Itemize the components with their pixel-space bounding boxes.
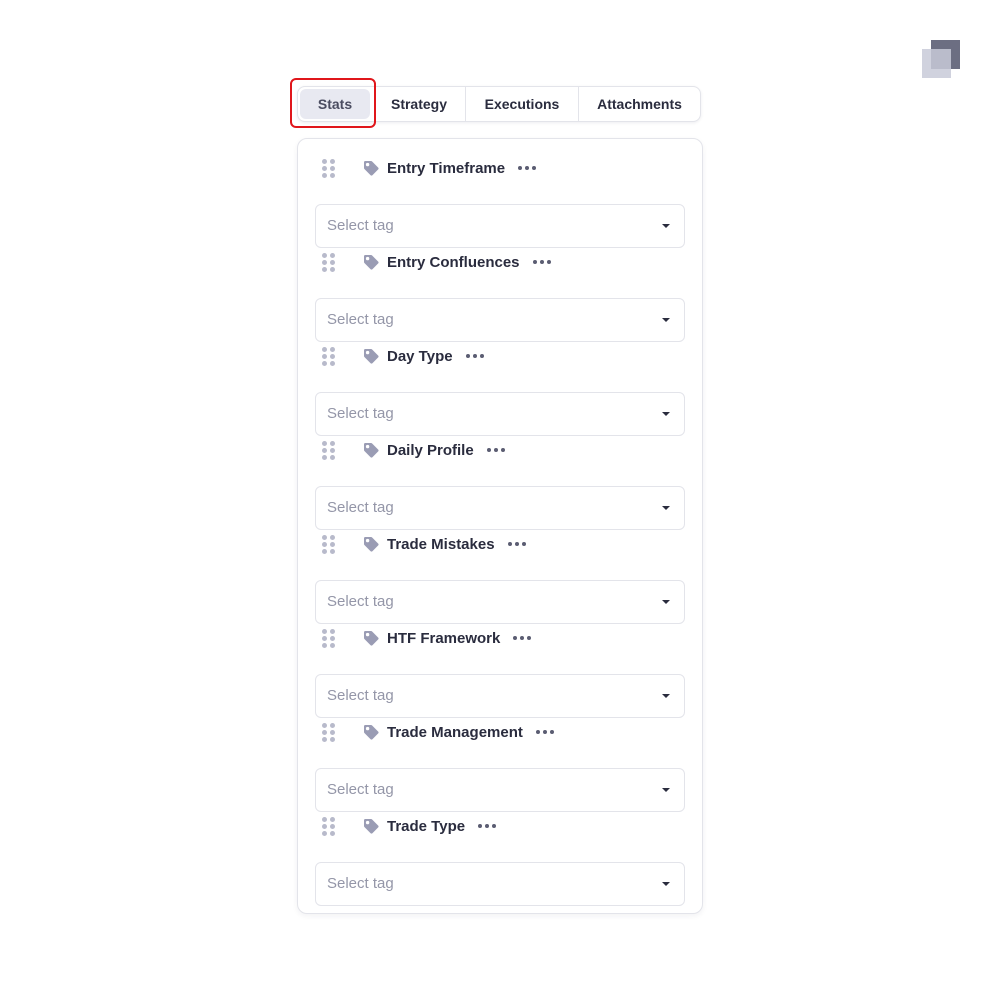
select-placeholder: Select tag bbox=[327, 687, 394, 704]
field-label-wrap: Trade Mistakes bbox=[387, 534, 526, 554]
field-label: Trade Mistakes bbox=[387, 535, 495, 553]
select-tag-dropdown[interactable]: Select tag bbox=[315, 768, 685, 812]
more-options-icon[interactable] bbox=[513, 628, 532, 648]
select-tag-dropdown[interactable]: Select tag bbox=[315, 862, 685, 906]
tag-icon bbox=[362, 347, 380, 365]
select-tag-dropdown[interactable]: Select tag bbox=[315, 580, 685, 624]
caret-down-icon bbox=[662, 224, 670, 228]
drag-handle-icon[interactable] bbox=[322, 723, 336, 742]
tag-fields-panel: Entry Timeframe Select tag Entry Confluenc… bbox=[297, 138, 703, 914]
field-label-wrap: Trade Management bbox=[387, 722, 554, 742]
more-options-icon[interactable] bbox=[518, 158, 537, 178]
field-label-wrap: Entry Timeframe bbox=[387, 158, 537, 178]
tag-icon bbox=[362, 253, 380, 271]
tag-field-day-type: Day Type Select tag bbox=[298, 341, 702, 436]
drag-handle-icon[interactable] bbox=[322, 535, 336, 554]
caret-down-icon bbox=[662, 694, 670, 698]
tab-executions[interactable]: Executions bbox=[466, 87, 579, 121]
tab-stats[interactable]: Stats bbox=[300, 89, 370, 119]
tag-icon bbox=[362, 441, 380, 459]
field-label: Trade Type bbox=[387, 817, 466, 835]
tag-icon bbox=[362, 723, 380, 741]
tag-field-htf-framework: HTF Framework Select tag bbox=[298, 623, 702, 718]
select-tag-dropdown[interactable]: Select tag bbox=[315, 674, 685, 718]
drag-handle-icon[interactable] bbox=[322, 253, 336, 272]
tag-field-entry-timeframe: Entry Timeframe Select tag bbox=[298, 153, 702, 248]
tag-field-daily-profile: Daily Profile Select tag bbox=[298, 435, 702, 530]
select-placeholder: Select tag bbox=[327, 593, 394, 610]
more-options-icon[interactable] bbox=[532, 252, 551, 272]
field-label: Trade Management bbox=[387, 723, 523, 741]
caret-down-icon bbox=[662, 506, 670, 510]
select-placeholder: Select tag bbox=[327, 405, 394, 422]
tag-icon bbox=[362, 159, 380, 177]
select-tag-dropdown[interactable]: Select tag bbox=[315, 204, 685, 248]
tag-icon bbox=[362, 629, 380, 647]
select-placeholder: Select tag bbox=[327, 781, 394, 798]
field-header: Daily Profile bbox=[298, 435, 702, 463]
more-options-icon[interactable] bbox=[535, 722, 554, 742]
tab-bar: Stats Strategy Executions Attachments bbox=[297, 86, 701, 122]
logo-front-square bbox=[922, 49, 951, 78]
drag-handle-icon[interactable] bbox=[322, 817, 336, 836]
caret-down-icon bbox=[662, 600, 670, 604]
more-options-icon[interactable] bbox=[478, 816, 497, 836]
tab-attachments[interactable]: Attachments bbox=[579, 87, 700, 121]
select-placeholder: Select tag bbox=[327, 217, 394, 234]
field-label: Entry Confluences bbox=[387, 253, 520, 271]
select-tag-dropdown[interactable]: Select tag bbox=[315, 486, 685, 530]
drag-handle-icon[interactable] bbox=[322, 347, 336, 366]
caret-down-icon bbox=[662, 788, 670, 792]
drag-handle-icon[interactable] bbox=[322, 441, 336, 460]
caret-down-icon bbox=[662, 882, 670, 886]
field-header: Trade Type bbox=[298, 811, 702, 839]
field-label-wrap: Day Type bbox=[387, 346, 484, 366]
tag-field-trade-mistakes: Trade Mistakes Select tag bbox=[298, 529, 702, 624]
field-label: Entry Timeframe bbox=[387, 159, 506, 177]
field-label: Daily Profile bbox=[387, 441, 474, 459]
field-header: Entry Timeframe bbox=[298, 153, 702, 181]
select-tag-dropdown[interactable]: Select tag bbox=[315, 298, 685, 342]
select-placeholder: Select tag bbox=[327, 875, 394, 892]
field-header: HTF Framework bbox=[298, 623, 702, 651]
tag-icon bbox=[362, 535, 380, 553]
field-label-wrap: Daily Profile bbox=[387, 440, 505, 460]
field-label: Day Type bbox=[387, 347, 453, 365]
select-tag-dropdown[interactable]: Select tag bbox=[315, 392, 685, 436]
field-header: Trade Mistakes bbox=[298, 529, 702, 557]
field-label-wrap: Entry Confluences bbox=[387, 252, 551, 272]
drag-handle-icon[interactable] bbox=[322, 159, 336, 178]
caret-down-icon bbox=[662, 412, 670, 416]
tag-field-trade-management: Trade Management Select tag bbox=[298, 717, 702, 812]
drag-handle-icon[interactable] bbox=[322, 629, 336, 648]
field-header: Day Type bbox=[298, 341, 702, 369]
more-options-icon[interactable] bbox=[486, 440, 505, 460]
field-header: Trade Management bbox=[298, 717, 702, 745]
tag-field-entry-confluences: Entry Confluences Select tag bbox=[298, 247, 702, 342]
tag-icon bbox=[362, 817, 380, 835]
field-label-wrap: HTF Framework bbox=[387, 628, 532, 648]
caret-down-icon bbox=[662, 318, 670, 322]
app-logo bbox=[922, 40, 960, 78]
more-options-icon[interactable] bbox=[465, 346, 484, 366]
field-header: Entry Confluences bbox=[298, 247, 702, 275]
field-label-wrap: Trade Type bbox=[387, 816, 497, 836]
more-options-icon[interactable] bbox=[507, 534, 526, 554]
tag-field-trade-type: Trade Type Select tag bbox=[298, 811, 702, 906]
select-placeholder: Select tag bbox=[327, 311, 394, 328]
tab-strategy[interactable]: Strategy bbox=[373, 87, 466, 121]
select-placeholder: Select tag bbox=[327, 499, 394, 516]
field-label: HTF Framework bbox=[387, 629, 501, 647]
